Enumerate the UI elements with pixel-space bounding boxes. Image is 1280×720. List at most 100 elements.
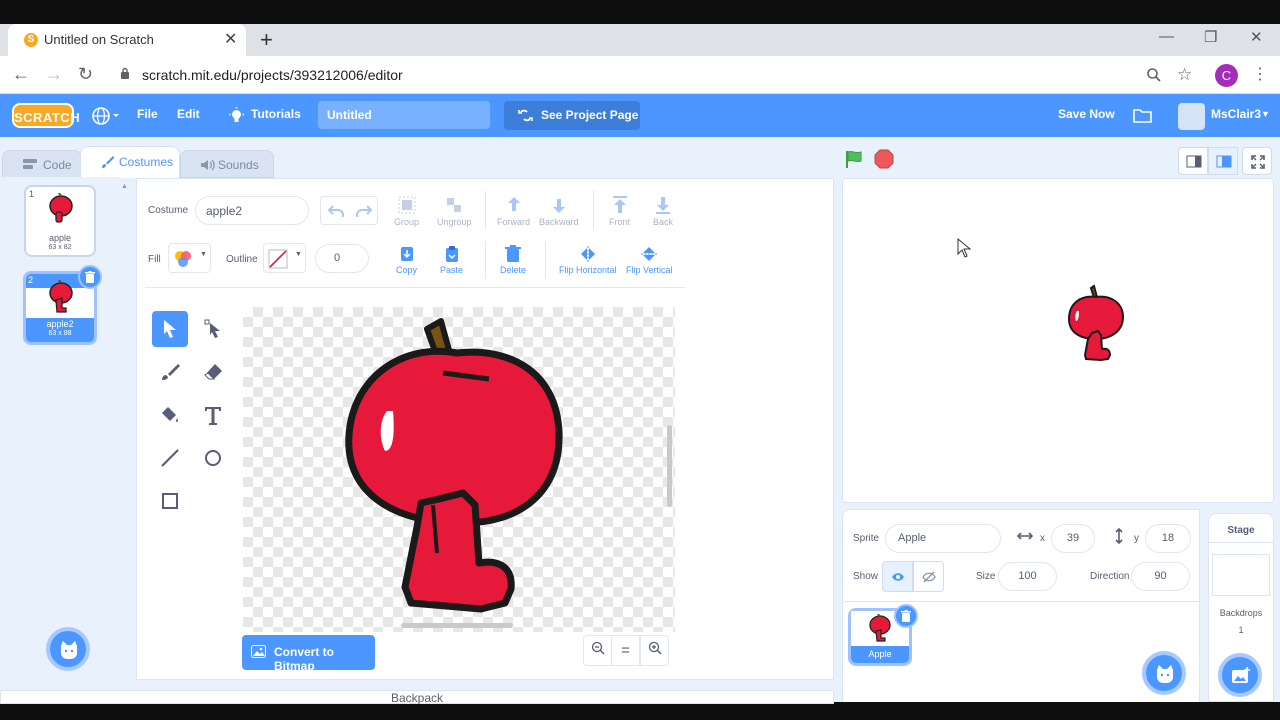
green-flag-icon[interactable]	[844, 149, 864, 169]
back-button[interactable]: Back	[653, 195, 673, 227]
stage-header	[842, 145, 1274, 177]
backward-button[interactable]: Backward	[539, 195, 579, 227]
tutorials-menu[interactable]: Tutorials	[251, 107, 301, 121]
no-outline-icon	[268, 249, 288, 269]
delete-costume-button[interactable]	[78, 265, 102, 289]
fill-color-picker[interactable]: ▼	[168, 243, 211, 273]
close-tab-icon[interactable]: ✕	[224, 29, 237, 49]
forward-label: Forward	[497, 217, 531, 227]
normal-stage-button[interactable]	[1208, 147, 1238, 175]
undo-icon[interactable]	[328, 205, 344, 217]
zoom-search-icon[interactable]	[1146, 67, 1162, 83]
file-menu[interactable]: File	[137, 107, 158, 121]
stage-canvas[interactable]	[842, 178, 1274, 503]
line-tool[interactable]	[152, 440, 188, 476]
restore-icon[interactable]: ❐	[1204, 28, 1217, 46]
select-tool[interactable]	[152, 311, 188, 347]
delete-button[interactable]: Delete	[500, 245, 526, 275]
outline-caret-icon: ▼	[295, 251, 302, 258]
scratch-logo[interactable]: SCRATCH	[12, 103, 80, 128]
redo-icon[interactable]	[356, 205, 372, 217]
paint-bucket-icon	[162, 407, 178, 422]
tab-code[interactable]: Code	[2, 150, 82, 178]
delete-sprite-button[interactable]	[894, 604, 918, 628]
vertical-arrows-icon	[1115, 528, 1123, 544]
ungroup-button[interactable]: Ungroup	[437, 195, 472, 227]
close-window-icon[interactable]: ✕	[1250, 28, 1263, 46]
x-input[interactable]: 39	[1051, 524, 1095, 553]
scroll-up-icon[interactable]: ▲	[121, 183, 128, 190]
new-tab-icon[interactable]: +	[260, 27, 273, 53]
paste-label: Paste	[440, 265, 464, 275]
url-field[interactable]: scratch.mit.edu/projects/393212006/edito…	[108, 60, 1200, 90]
group-label: Group	[394, 217, 420, 227]
costume-name-input[interactable]: apple2	[195, 196, 309, 225]
text-tool[interactable]	[195, 397, 231, 433]
account-caret-icon[interactable]: ▼	[1261, 109, 1270, 119]
project-title-input[interactable]: Untitled	[318, 101, 490, 129]
stage-target-pane[interactable]: Stage Backdrops 1	[1208, 513, 1274, 702]
circle-tool[interactable]	[195, 440, 231, 476]
fill-tool[interactable]	[152, 397, 188, 433]
copy-button[interactable]: Copy	[396, 245, 417, 275]
username-menu[interactable]: MsClair3	[1211, 107, 1261, 121]
save-now-button[interactable]: Save Now	[1058, 107, 1115, 121]
eraser-tool[interactable]	[195, 354, 231, 390]
my-stuff-folder-icon[interactable]	[1133, 107, 1152, 123]
brush-tool[interactable]	[152, 354, 188, 390]
paste-button[interactable]: Paste	[440, 245, 463, 275]
edit-menu[interactable]: Edit	[177, 107, 200, 121]
show-hidden-button[interactable]	[913, 561, 944, 592]
vertical-scrollbar[interactable]	[667, 425, 672, 507]
flip-horizontal-button[interactable]: Flip Horizontal	[559, 245, 617, 275]
show-visible-button[interactable]	[882, 561, 913, 592]
size-input[interactable]: 100	[998, 562, 1057, 591]
sprite-name-input[interactable]: Apple	[885, 524, 1001, 553]
language-globe-icon[interactable]	[92, 106, 120, 126]
reshape-tool[interactable]	[195, 311, 231, 347]
window-bottom-bar	[0, 704, 1280, 720]
reload-icon[interactable]: ↻	[78, 64, 93, 85]
backpack-bar[interactable]: Backpack	[0, 690, 834, 705]
group-button[interactable]: Group	[394, 195, 419, 227]
forward-button[interactable]: Forward	[497, 195, 530, 227]
fullscreen-button[interactable]	[1242, 147, 1272, 175]
outline-color-picker[interactable]: ▼	[263, 243, 306, 273]
trash-icon	[505, 245, 521, 262]
small-stage-button[interactable]	[1178, 147, 1208, 175]
choose-costume-button[interactable]	[46, 627, 90, 671]
browser-tab[interactable]: S Untitled on Scratch ✕	[8, 24, 246, 56]
back-icon[interactable]: ←	[12, 64, 30, 85]
tab-title: Untitled on Scratch	[44, 32, 154, 47]
paint-canvas[interactable]	[243, 307, 675, 632]
forward-icon[interactable]: →	[45, 64, 63, 85]
backdrop-thumbnail[interactable]	[1212, 554, 1270, 596]
outline-width-input[interactable]: 0	[315, 244, 369, 273]
bookmark-star-icon[interactable]: ☆	[1177, 65, 1192, 85]
browser-menu-icon[interactable]: ⋮	[1252, 64, 1268, 84]
choose-sprite-button[interactable]	[1142, 651, 1186, 695]
tab-costumes[interactable]: Costumes	[80, 146, 180, 178]
front-button[interactable]: Front	[609, 195, 630, 227]
profile-avatar[interactable]: C	[1215, 64, 1238, 87]
line-icon	[161, 449, 179, 467]
rectangle-tool[interactable]	[152, 483, 188, 519]
minimize-icon[interactable]: —	[1159, 28, 1174, 45]
flip-vertical-button[interactable]: Flip Vertical	[626, 245, 673, 275]
see-project-page-button[interactable]: See Project Page	[504, 101, 640, 130]
copy-icon	[400, 247, 413, 261]
tab-sounds[interactable]: Sounds	[180, 150, 274, 178]
zoom-reset-button[interactable]: =	[611, 635, 640, 666]
zoom-in-button[interactable]	[640, 635, 669, 666]
y-input[interactable]: 18	[1145, 524, 1191, 553]
zoom-out-button[interactable]	[583, 635, 612, 666]
stop-icon[interactable]	[874, 149, 894, 169]
apple-sprite[interactable]	[1067, 283, 1125, 363]
costume-item[interactable]: 1 apple 63 x 82	[24, 185, 96, 257]
convert-to-bitmap-button[interactable]: Convert to Bitmap	[242, 635, 375, 673]
horizontal-scrollbar[interactable]	[401, 623, 513, 628]
direction-input[interactable]: 90	[1131, 562, 1190, 591]
user-avatar[interactable]	[1178, 103, 1205, 130]
choose-backdrop-button[interactable]	[1218, 653, 1262, 697]
direction-label: Direction	[1090, 571, 1130, 582]
